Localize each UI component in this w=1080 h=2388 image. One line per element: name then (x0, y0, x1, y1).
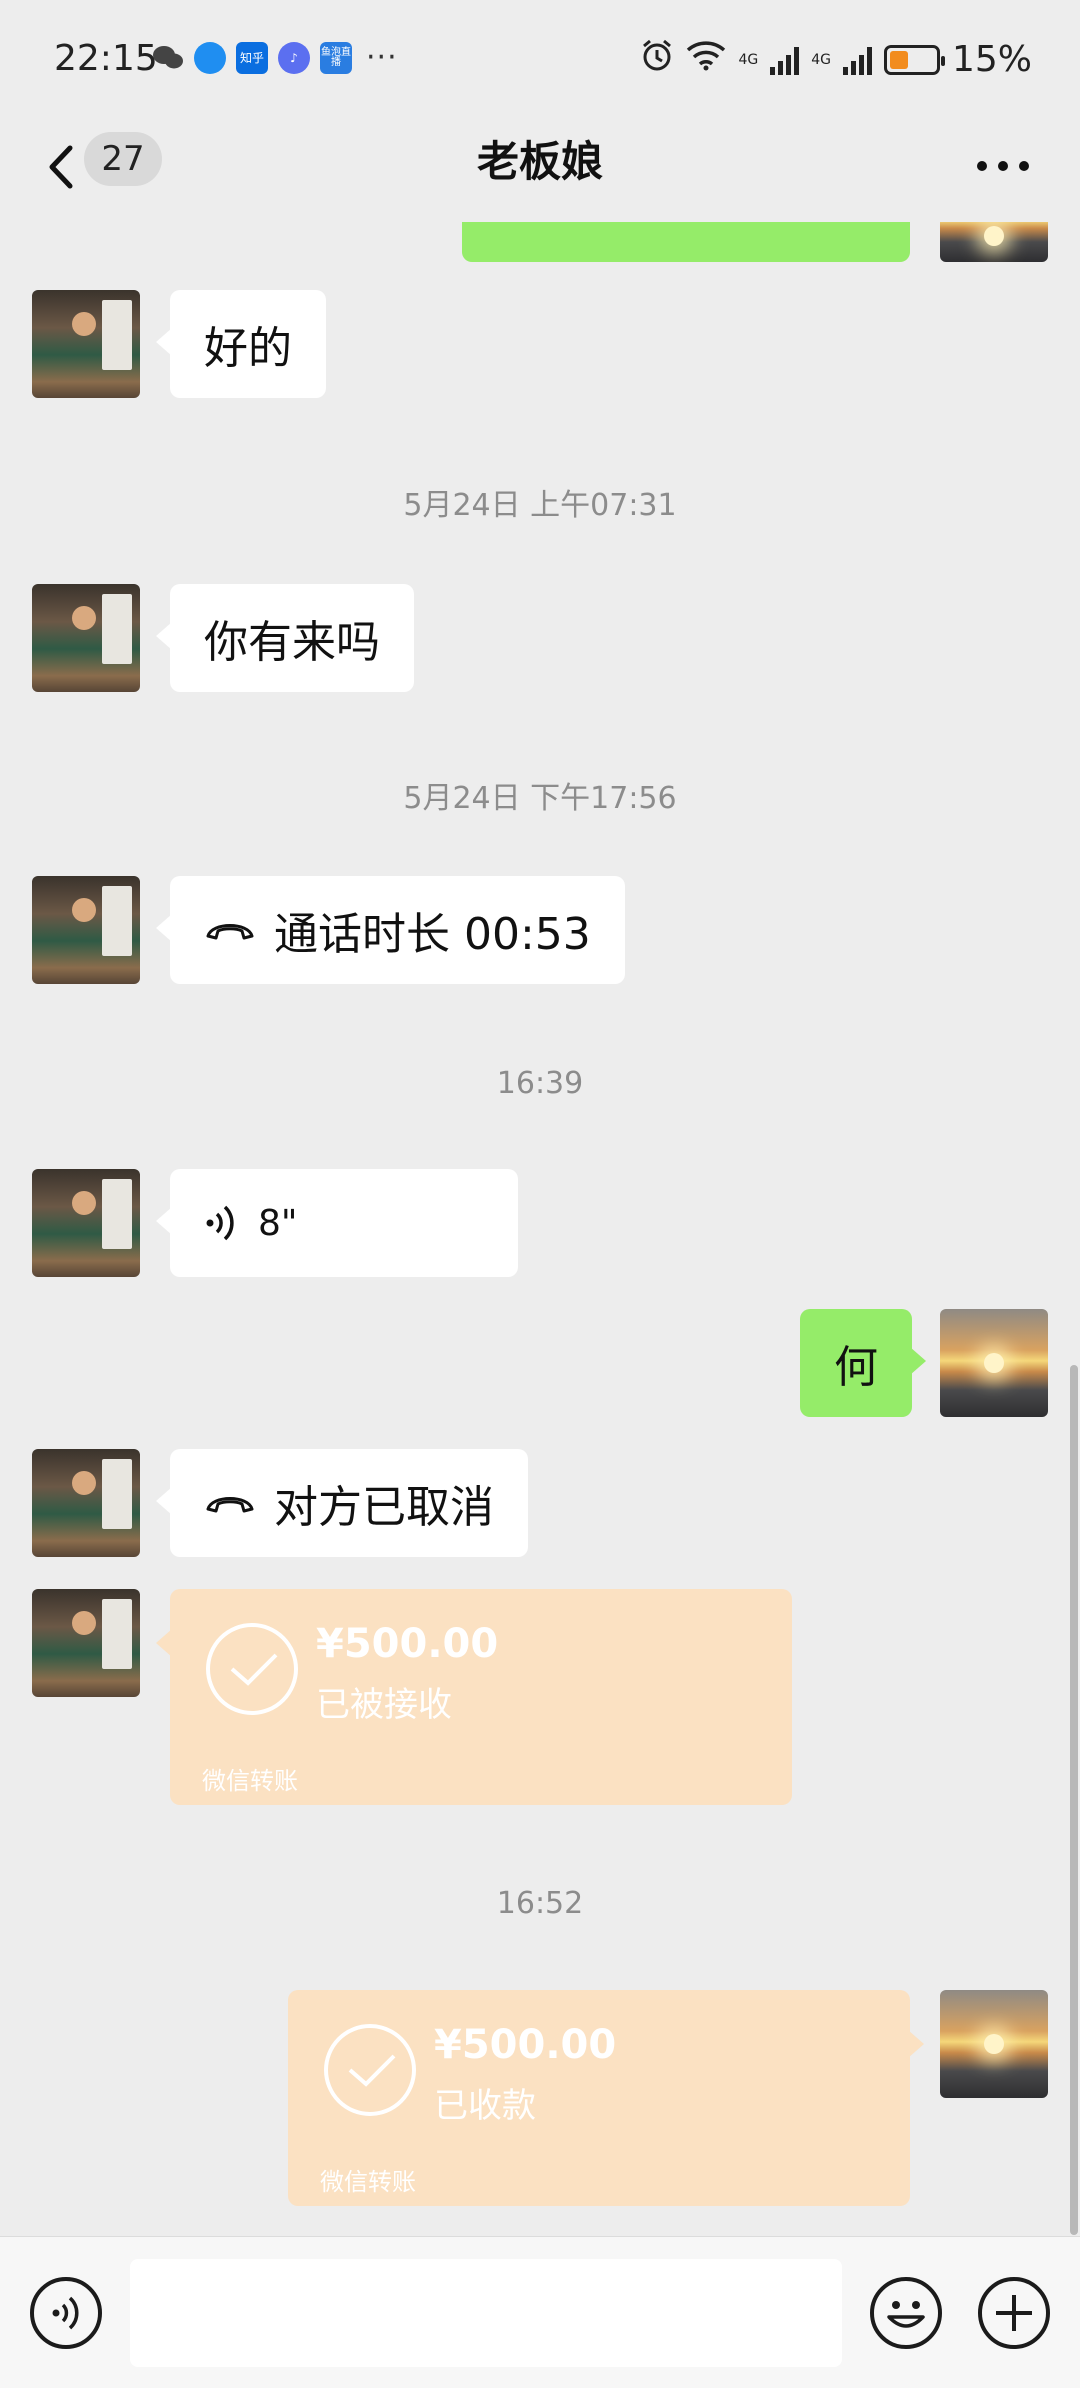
transfer-footer: 微信转账 (320, 2168, 416, 2196)
transfer-status: 已收款 (434, 2086, 536, 2126)
emoji-icon[interactable] (870, 2277, 942, 2349)
network-type-1: 4G (738, 51, 759, 68)
douyu-icon: 鱼泡直播 (320, 41, 352, 74)
timestamp: 5月24日 上午07:31 (403, 488, 677, 523)
chat-header: 27 老板娘 (0, 118, 1080, 222)
check-circle-icon (324, 2024, 416, 2116)
status-time: 22:15 (54, 38, 158, 79)
transfer-card-collected[interactable]: ¥500.00 已收款 微信转账 (288, 1990, 924, 2206)
voice-wave-icon (206, 1205, 234, 1241)
call-duration-text: 通话时长 00:53 (274, 909, 591, 960)
voice-message-bubble[interactable]: 8" (156, 1169, 518, 1277)
phone-hangup-icon (206, 1497, 254, 1513)
input-bar (0, 2236, 1080, 2388)
battery-icon (883, 44, 945, 75)
contact-avatar[interactable] (32, 290, 140, 398)
transfer-amount: ¥500.00 (434, 2022, 617, 2068)
message-text: 你有来吗 (204, 617, 380, 668)
transfer-card-received[interactable]: ¥500.00 已被接收 微信转账 (156, 1589, 792, 1805)
timestamp: 16:39 (496, 1066, 584, 1101)
check-circle-icon (206, 1623, 298, 1715)
qq-browser-icon (194, 41, 226, 74)
status-bar: 22:15 知乎 ♪ 鱼泡直播 ··· 4G 4G 15% (0, 0, 1080, 118)
message-bubble-me[interactable]: 何 (800, 1309, 926, 1417)
contact-avatar[interactable] (32, 876, 140, 984)
plus-icon[interactable] (978, 2277, 1050, 2349)
my-avatar[interactable] (940, 222, 1048, 262)
voice-duration: 8" (258, 1202, 298, 1244)
transfer-amount: ¥500.00 (316, 1621, 499, 1667)
transfer-footer: 微信转账 (202, 1767, 298, 1795)
more-options-icon[interactable] (976, 154, 1030, 172)
signal-bars-2-icon (842, 45, 872, 75)
call-status-text: 对方已取消 (274, 1482, 494, 1533)
my-avatar[interactable] (940, 1309, 1048, 1417)
message-input[interactable] (130, 2259, 842, 2367)
wifi-icon (686, 39, 726, 80)
message-bubble-other[interactable]: 你有来吗 (156, 584, 414, 692)
transfer-status: 已被接收 (316, 1685, 452, 1725)
chat-title: 老板娘 (476, 137, 603, 186)
phone-hangup-icon (206, 924, 254, 940)
wechat-icon (152, 42, 184, 74)
battery-percent: 15% (951, 39, 1032, 80)
my-avatar[interactable] (940, 1990, 1048, 2098)
message-list[interactable]: 好的 5月24日 上午07:31 你有来吗 5月24日 下午17:56 通话时长… (0, 222, 1080, 2236)
scrollbar[interactable] (1070, 1365, 1078, 2235)
timestamp: 5月24日 下午17:56 (403, 781, 677, 816)
alarm-icon (640, 38, 674, 81)
voice-mode-icon[interactable] (30, 2277, 102, 2349)
more-notifications: ··· (366, 40, 398, 75)
call-record-bubble[interactable]: 对方已取消 (156, 1449, 528, 1557)
contact-avatar[interactable] (32, 1589, 140, 1697)
music-icon: ♪ (278, 41, 310, 74)
status-right: 4G 4G 15% (640, 38, 1032, 81)
timestamp: 16:52 (496, 1886, 584, 1921)
notification-icons: 知乎 ♪ 鱼泡直播 ··· (152, 40, 398, 75)
zhihu-icon: 知乎 (236, 41, 268, 74)
message-bubble-other[interactable]: 好的 (156, 290, 326, 398)
message-bubble-me-partial[interactable] (462, 222, 910, 262)
contact-avatar[interactable] (32, 1169, 140, 1277)
contact-avatar[interactable] (32, 584, 140, 692)
network-type-2: 4G (811, 51, 831, 68)
call-record-bubble[interactable]: 通话时长 00:53 (156, 876, 625, 984)
message-text: 何 (834, 1342, 878, 1393)
signal-bars-1-icon (770, 45, 800, 75)
message-text: 好的 (204, 323, 292, 374)
contact-avatar[interactable] (32, 1449, 140, 1557)
